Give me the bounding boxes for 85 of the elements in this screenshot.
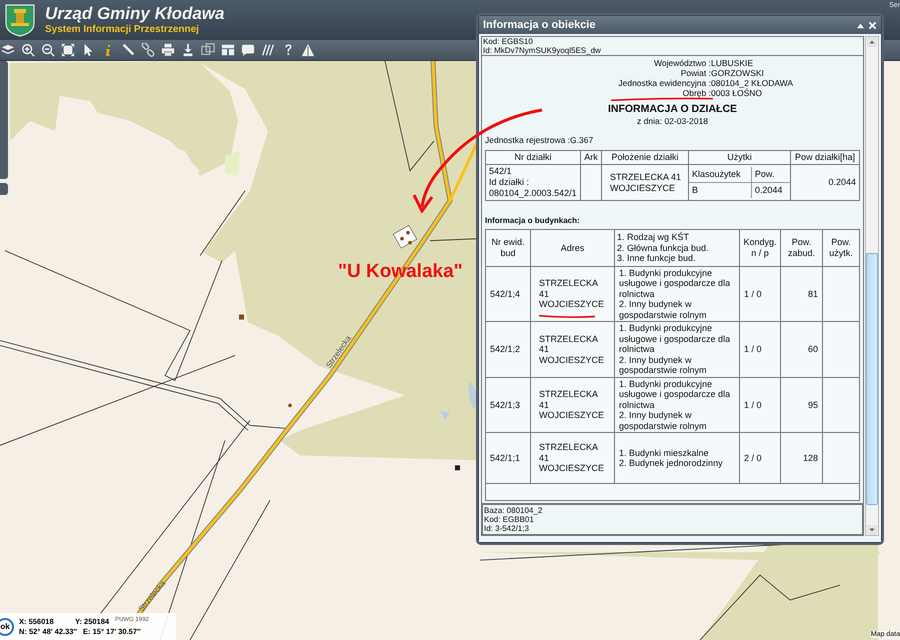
field-value: 0003 ŁOŚNO	[711, 88, 762, 98]
building-icon	[239, 314, 244, 320]
column-header: Nr działki	[486, 150, 580, 164]
dialog-title: Informacja o obiekcie	[483, 19, 596, 31]
table-cell: STRZELECKA 41 WOJCIESZYCE	[530, 432, 614, 484]
table-cell: 2 / 0	[740, 432, 780, 484]
column-header: Klasoużytek	[689, 167, 752, 182]
meadow-area	[225, 150, 240, 176]
column-header: Kondyg. n / p	[740, 230, 780, 266]
pond-area	[440, 380, 478, 420]
table-cell: B	[689, 182, 752, 198]
field-label: Jednostka ewidencyjna :	[617, 78, 711, 88]
field-label: Obręb :	[682, 88, 711, 98]
ruler-icon[interactable]	[121, 43, 135, 57]
section-title: Informacja o budynkach:	[485, 215, 581, 226]
layers-icon[interactable]	[1, 43, 15, 57]
table-cell: 1. Budynki mieszkalne 2. Budynek jednorodzinny	[614, 432, 740, 484]
table-cell: 81	[780, 266, 822, 322]
record-info: Kod: EGBB01	[484, 515, 535, 524]
table-cell: 542/1;4	[486, 266, 530, 322]
table-cell: 1. Budynki produkcyjne usługowe i gospodarcze dla rolnictwa 2. Inny budynek w gospodarstwie rolnym	[614, 322, 740, 377]
field-value: GORZOWSKI	[711, 68, 764, 78]
table-cell	[580, 164, 602, 200]
column-header: Nr ewid. bud	[486, 230, 530, 266]
column-header: Ark	[580, 150, 602, 164]
column-header: Pow. użytk.	[822, 230, 860, 266]
speech-bubble-icon[interactable]	[241, 43, 255, 57]
table-cell: 542/1;1	[486, 432, 530, 484]
app-title: Urząd Gminy Kłodawa	[45, 4, 224, 23]
table-cell: STRZELECKA 41 WOJCIESZYCE	[530, 377, 614, 432]
coat-of-arms-icon	[5, 3, 35, 37]
scroll-up-button[interactable]	[867, 37, 877, 47]
table-cell: 60	[780, 322, 822, 377]
record-info: Id: 3-542/1;3	[484, 524, 530, 533]
table-cell: 1 / 0	[740, 377, 780, 432]
table-cell: 542/1;2	[486, 322, 530, 377]
column-header: Pow.	[751, 167, 790, 182]
app-subtitle: System Informacji Przestrzennej	[45, 24, 200, 36]
table-cell: 128	[780, 432, 822, 484]
zoom-in-icon[interactable]	[21, 43, 35, 57]
registry-text: Jednostka rejestrowa :G.367	[485, 135, 594, 146]
column-header: Położenie działki	[602, 150, 688, 164]
field-value: 080104_2 KŁODAWA	[711, 78, 794, 88]
table-cell: 0.2044	[751, 182, 790, 198]
column-header: Adres	[530, 230, 614, 266]
field-label: Powiat :	[680, 68, 711, 78]
table-cell: STRZELECKA 41 WOJCIESZYCE	[602, 164, 688, 200]
link-icon[interactable]	[141, 43, 155, 57]
table-cell: 542/1;3	[486, 377, 530, 432]
scroll-thumb[interactable]	[866, 253, 878, 505]
table-cell: 0.2044	[790, 164, 860, 200]
date-text: z dnia: 02-03-2018	[636, 116, 709, 127]
section-heading: INFORMACJA O DZIAŁCE	[606, 103, 738, 116]
table-cell: 1 / 0	[740, 266, 780, 322]
record-info: Baza: 080104_2	[484, 506, 544, 515]
table-cell: 1. Budynki produkcyjne usługowe i gospodarcze dla rolnictwa 2. Inny budynek w gospodarstwie rolnym	[614, 377, 740, 432]
column-header: Pow. zabud.	[780, 230, 822, 266]
building-icon	[288, 404, 292, 408]
close-icon[interactable]	[868, 20, 877, 30]
column-header: 1. Rodzaj wg KŚT 2. Główna funkcja bud. 3. Inne funkcje bud.	[614, 230, 740, 266]
pan-button[interactable]	[0, 183, 8, 195]
record-info: Id: MkDv7NymSUK9yoql5ES_dw	[483, 46, 602, 55]
table-cell: STRZELECKA 41 WOJCIESZYCE	[530, 266, 614, 322]
table-cell: 1. Budynki produkcyjne usługowe i gospodarcze dla rolnictwa 2. Inny budynek w gospodarstwie rolnym	[614, 266, 740, 322]
table-cell: 1 / 0	[740, 322, 780, 377]
download-icon[interactable]	[181, 43, 195, 57]
print-icon[interactable]	[161, 43, 175, 57]
zoom-out-icon[interactable]	[41, 43, 55, 57]
scrollbar[interactable]	[865, 36, 879, 536]
layout-icon[interactable]	[221, 43, 235, 57]
table-cell: 95	[780, 377, 822, 432]
warning-icon[interactable]	[301, 43, 315, 57]
ok-button[interactable]: ok	[0, 618, 14, 636]
field-label: Województwo :	[652, 58, 711, 68]
zoom-extent-icon[interactable]	[61, 43, 75, 57]
scroll-down-button[interactable]	[867, 525, 877, 535]
column-header: Pow działki[ha]	[790, 150, 860, 164]
record-info: Kod: EGBS10	[483, 37, 534, 46]
hatch-icon[interactable]	[261, 43, 275, 57]
table-cell: STRZELECKA 41 WOJCIESZYCE	[530, 322, 614, 377]
field-value: LUBUSKIE	[711, 58, 754, 68]
table-cell: 542/1 Id działki : 080104_2.0003.542/1	[486, 164, 580, 200]
overlap-icon[interactable]	[201, 43, 215, 57]
point-marker	[455, 465, 460, 470]
column-header: Użytki	[688, 150, 790, 164]
